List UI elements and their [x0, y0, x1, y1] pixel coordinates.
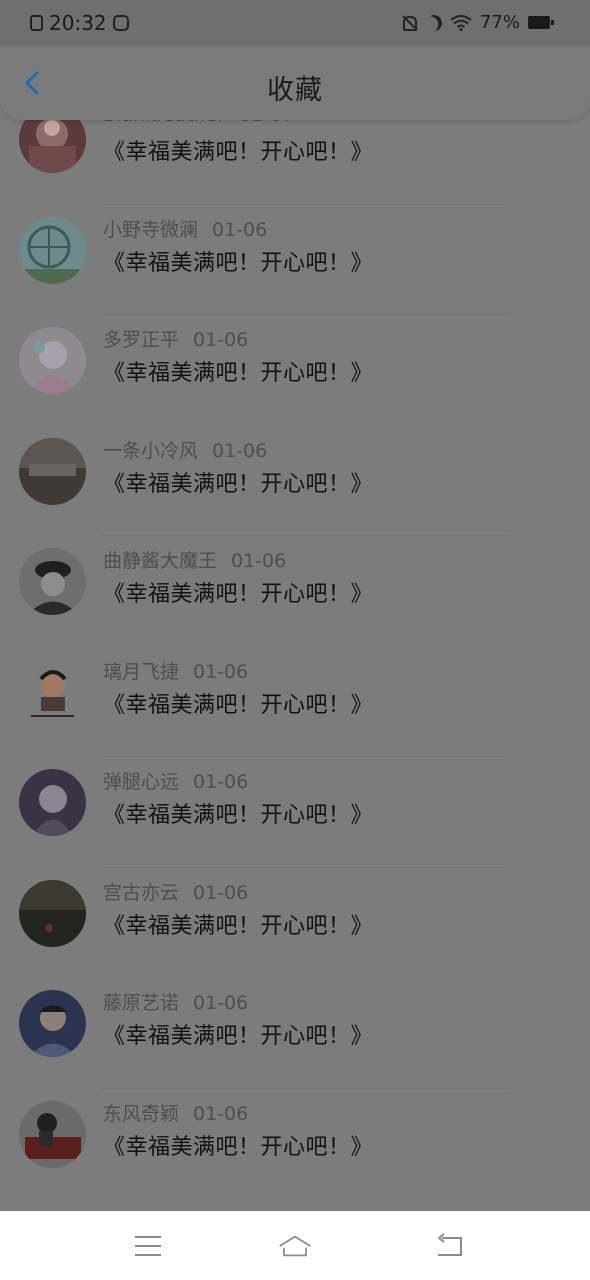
item-meta: 多罗正平 01-06	[103, 325, 248, 352]
avatar[interactable]	[19, 658, 86, 726]
item-meta: 璃月飞捷 01-06	[103, 657, 248, 684]
list-item[interactable]: 一条小冷风 01-06 《幸福美满吧！开心吧！》	[0, 426, 590, 536]
username[interactable]: 宫古亦云	[103, 882, 179, 904]
item-title[interactable]: 《幸福美满吧！开心吧！》	[103, 355, 373, 387]
list-item[interactable]: 多罗正平 01-06 《幸福美满吧！开心吧！》	[0, 315, 590, 426]
mute-icon	[400, 14, 418, 32]
favorites-list: Blankfeather01-07 《幸福美满吧！开心吧！》 小野寺微澜01-0…	[0, 104, 590, 1215]
list-item[interactable]: 璃月飞捷 01-06 《幸福美满吧！开心吧！》	[0, 647, 590, 757]
do-not-disturb-icon	[424, 12, 445, 33]
item-meta: 东风奇颖 01-06	[103, 1099, 248, 1126]
list-item[interactable]: 东风奇颖 01-06 《幸福美满吧！开心吧！》	[0, 1089, 590, 1199]
username[interactable]: 弹腿心远	[103, 771, 179, 793]
divider	[100, 1198, 510, 1199]
status-bar: 20:32 77%	[0, 0, 590, 46]
item-date: 01-06	[193, 329, 249, 351]
list-item[interactable]: 曲静酱大魔王 01-06 《幸福美满吧！开心吧！》	[0, 536, 590, 647]
username[interactable]: 东风奇颖	[103, 1103, 179, 1125]
username[interactable]: 璃月飞捷	[103, 661, 179, 683]
item-title[interactable]: 《幸福美满吧！开心吧！》	[103, 797, 373, 829]
avatar[interactable]	[19, 879, 86, 947]
item-meta: 曲静酱大魔王 01-06	[103, 546, 286, 573]
item-title[interactable]: 《幸福美满吧！开心吧！》	[103, 908, 373, 940]
back-icon	[438, 1233, 462, 1256]
avatar[interactable]	[19, 769, 86, 836]
item-meta: 宫古亦云 01-06	[103, 878, 248, 905]
home-icon	[279, 1235, 311, 1257]
system-back-button[interactable]	[433, 1229, 467, 1263]
avatar[interactable]	[19, 990, 86, 1057]
system-nav-bar	[0, 1211, 590, 1280]
username[interactable]: 曲静酱大魔王	[103, 550, 217, 572]
battery-level: 77%	[479, 12, 520, 33]
header-bar: 收藏	[0, 46, 590, 120]
item-date: 01-06	[212, 439, 268, 462]
item-meta: 藤原艺诺 01-06	[103, 988, 248, 1015]
status-time: 20:32	[49, 11, 107, 35]
username[interactable]: 藤原艺诺	[103, 992, 179, 1014]
item-meta: 弹腿心远 01-06	[103, 767, 248, 794]
item-date: 01-06	[193, 1102, 249, 1125]
username[interactable]: 一条小冷风	[103, 440, 198, 462]
item-title[interactable]: 《幸福美满吧！开心吧！》	[103, 134, 373, 166]
username[interactable]: 小野寺微澜	[103, 219, 198, 241]
item-date: 01-06	[231, 550, 287, 572]
avatar[interactable]	[19, 437, 86, 505]
item-title[interactable]: 《幸福美满吧！开心吧！》	[103, 576, 373, 608]
list-item[interactable]: 藤原艺诺 01-06 《幸福美满吧！开心吧！》	[0, 978, 590, 1089]
menu-icon	[135, 1236, 161, 1256]
avatar[interactable]	[19, 327, 86, 394]
username[interactable]: 多罗正平	[103, 329, 179, 351]
item-meta: 小野寺微澜 01-06	[103, 215, 267, 242]
item-title[interactable]: 《幸福美满吧！开心吧！》	[103, 466, 373, 498]
item-meta: 一条小冷风 01-06	[103, 436, 267, 463]
avatar[interactable]	[19, 1100, 86, 1168]
list-item[interactable]: 宫古亦云 01-06 《幸福美满吧！开心吧！》	[0, 868, 590, 978]
list-item[interactable]: 小野寺微澜 01-06 《幸福美满吧！开心吧！》	[0, 205, 590, 315]
item-date: 01-06	[193, 992, 249, 1014]
battery-icon	[528, 16, 554, 29]
list-item[interactable]: 弹腿心远 01-06 《幸福美满吧！开心吧！》	[0, 757, 590, 868]
item-title[interactable]: 《幸福美满吧！开心吧！》	[103, 687, 373, 719]
home-button[interactable]	[278, 1229, 312, 1263]
item-title[interactable]: 《幸福美满吧！开心吧！》	[103, 245, 373, 277]
item-date: 01-06	[193, 771, 249, 793]
sim-icon	[30, 15, 43, 31]
wifi-icon	[450, 14, 472, 31]
item-title[interactable]: 《幸福美满吧！开心吧！》	[103, 1129, 373, 1161]
item-date: 01-06	[193, 660, 249, 683]
item-title[interactable]: 《幸福美满吧！开心吧！》	[103, 1018, 373, 1050]
app-notification-icon	[112, 15, 129, 31]
page-title: 收藏	[267, 75, 323, 106]
item-date: 01-06	[193, 881, 249, 904]
avatar[interactable]	[19, 216, 86, 284]
menu-button[interactable]	[131, 1229, 165, 1263]
avatar[interactable]	[19, 548, 86, 615]
item-date: 01-06	[212, 218, 268, 241]
